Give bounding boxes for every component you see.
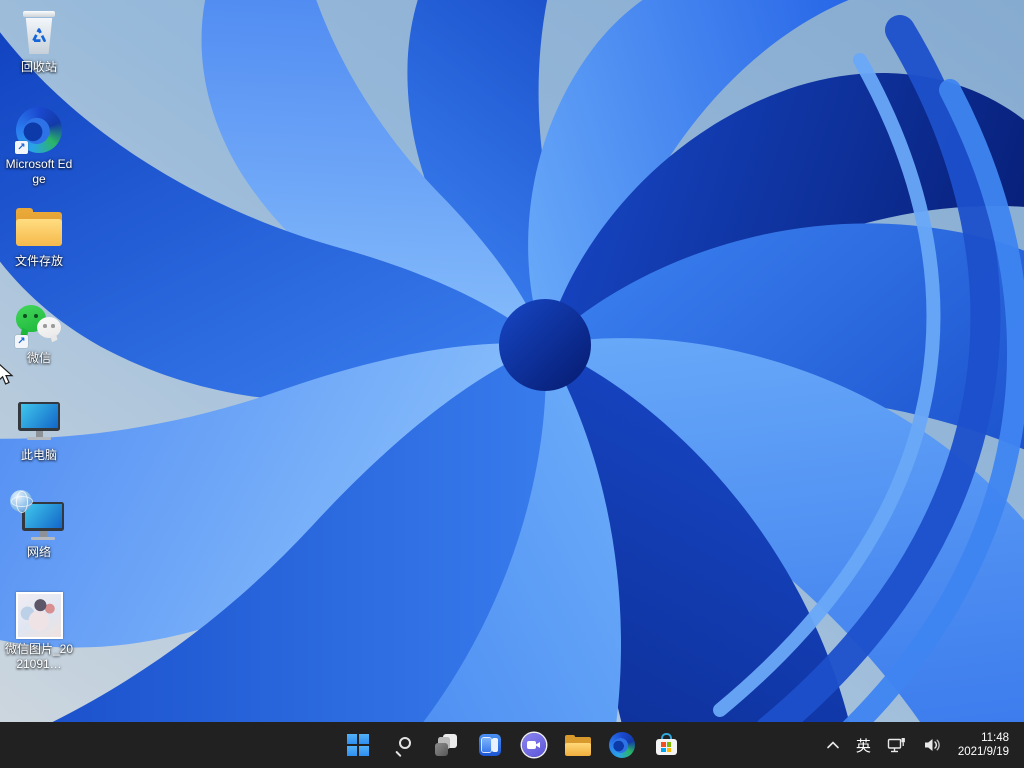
tray-overflow-button[interactable] [821, 727, 845, 763]
volume-tray-button[interactable] [918, 727, 947, 763]
task-view-button[interactable] [426, 725, 466, 765]
ime-label: 英 [856, 735, 871, 756]
desktop-icon-folder[interactable]: 文件存放 [2, 202, 76, 269]
edge-icon: ↗ [14, 105, 64, 155]
shortcut-arrow-icon: ↗ [15, 141, 28, 154]
windows-logo-icon [347, 734, 369, 756]
desktop-icon-label: 此电脑 [4, 448, 74, 463]
desktop-icon-wechat[interactable]: ↗ 微信 [2, 299, 76, 366]
widgets-icon [479, 734, 501, 756]
microsoft-store-icon [655, 733, 677, 757]
file-explorer-button[interactable] [558, 725, 598, 765]
system-tray: 英 11:48 2021/9/ [821, 722, 1024, 768]
desktop-icon-label: 回收站 [4, 60, 74, 75]
desktop-icon-recycle-bin[interactable]: 回收站 [2, 8, 76, 75]
network-tray-button[interactable] [882, 727, 912, 763]
tray-date: 2021/9/19 [958, 745, 1009, 759]
wechat-image-thumbnail [14, 590, 64, 640]
file-explorer-icon [565, 735, 591, 756]
network-icon [14, 493, 64, 543]
search-icon [394, 737, 411, 754]
task-view-icon [435, 734, 457, 756]
globe-icon [10, 490, 32, 512]
taskbar: 英 11:48 2021/9/ [0, 722, 1024, 768]
recycle-symbol-icon [28, 25, 50, 47]
tray-time: 11:48 [981, 731, 1009, 745]
widgets-button[interactable] [470, 725, 510, 765]
desktop-icon-edge[interactable]: ↗ Microsoft Edge [2, 105, 76, 187]
desktop-icon-label: Microsoft Edge [4, 157, 74, 187]
desktop: 回收站 ↗ Microsoft Edge 文件存放 ↗ 微信 [0, 0, 1024, 768]
desktop-icon-label: 微信 [4, 351, 74, 366]
desktop-icon-label: 文件存放 [4, 254, 74, 269]
shortcut-arrow-icon: ↗ [15, 335, 28, 348]
chat-button[interactable] [514, 725, 554, 765]
desktop-icon-label: 微信图片_2021091… [4, 642, 74, 672]
chevron-up-icon [826, 740, 840, 750]
speaker-icon [923, 737, 942, 753]
recycle-bin-lid [23, 11, 55, 17]
recycle-bin-icon [14, 8, 64, 58]
start-button[interactable] [338, 725, 378, 765]
desktop-icon-this-pc[interactable]: 此电脑 [2, 396, 76, 463]
clock[interactable]: 11:48 2021/9/19 [953, 727, 1014, 763]
microsoft-store-button[interactable] [646, 725, 686, 765]
this-pc-icon [14, 396, 64, 446]
edge-taskbar-button[interactable] [602, 725, 642, 765]
desktop-icon-label: 网络 [4, 545, 74, 560]
folder-icon [14, 202, 64, 252]
wallpaper-bloom [0, 0, 1024, 722]
desktop-icon-wechat-image[interactable]: 微信图片_2021091… [2, 590, 76, 672]
edge-icon [609, 732, 635, 758]
desktop-icon-network[interactable]: 网络 [2, 493, 76, 560]
search-button[interactable] [382, 725, 422, 765]
ime-indicator[interactable]: 英 [851, 727, 876, 763]
wechat-icon: ↗ [14, 299, 64, 349]
chat-video-icon [522, 733, 546, 757]
wired-network-icon [887, 737, 907, 754]
